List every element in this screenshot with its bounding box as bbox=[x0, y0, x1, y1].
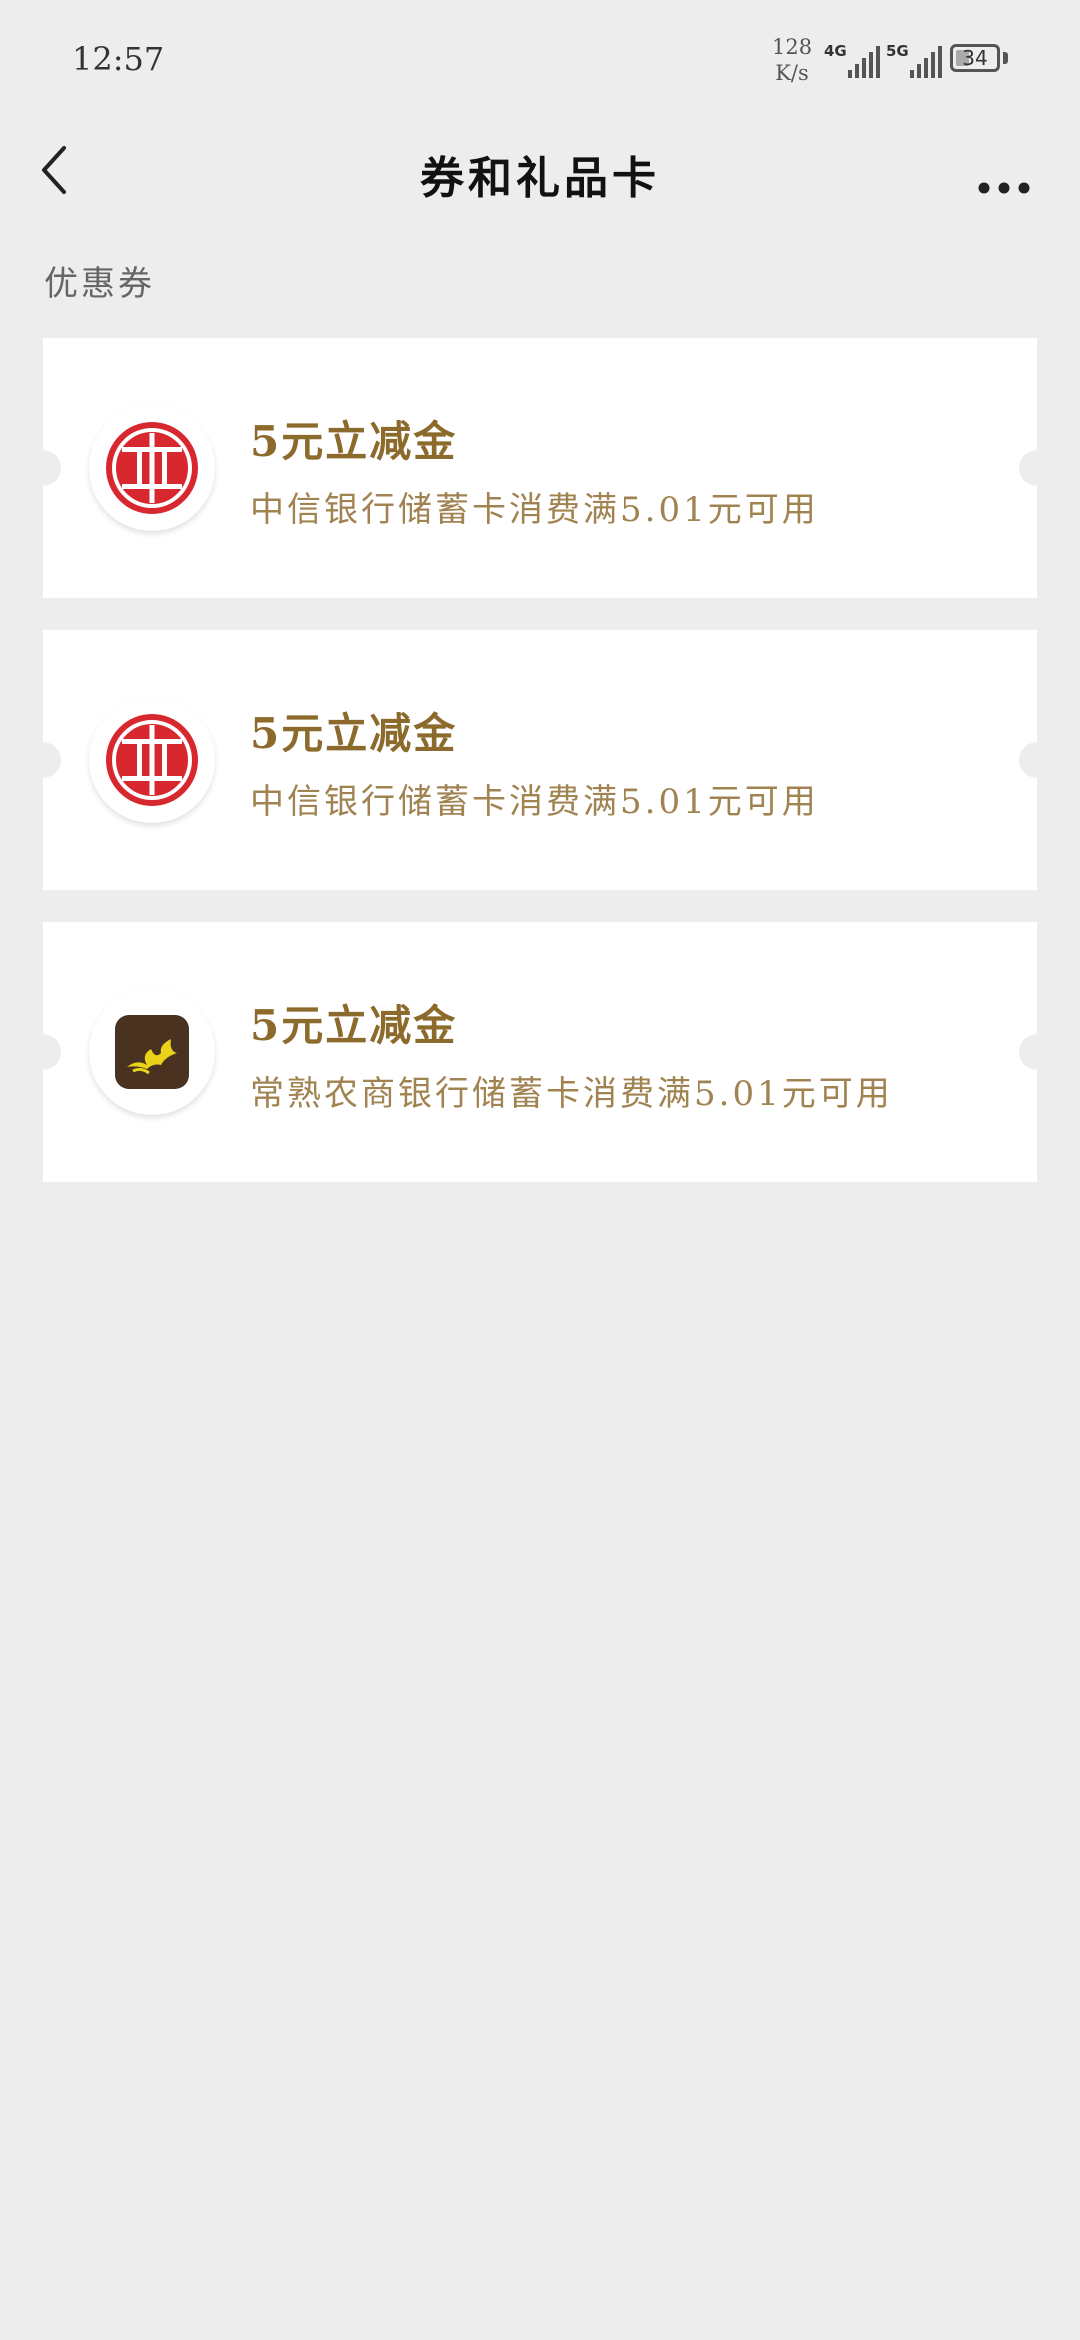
citic-bank-logo-icon bbox=[106, 422, 198, 514]
status-bar: 12:57 128 K/s 4G 5G 34 bbox=[0, 0, 1080, 120]
coupon-amount: 5元立减金 bbox=[250, 709, 458, 758]
signal-4g: 4G bbox=[824, 40, 882, 80]
coupon-card[interactable]: 5元立减金 常熟农商银行储蓄卡消费满5.01元可用 bbox=[25, 922, 1055, 1182]
coupon-card[interactable]: 5元立减金 中信银行储蓄卡消费满5.01元可用 bbox=[25, 338, 1055, 598]
citic-bank-logo bbox=[89, 405, 215, 531]
battery-tip bbox=[1003, 52, 1008, 64]
network-speed-value: 128 bbox=[772, 35, 813, 59]
signal-bars-icon bbox=[848, 46, 880, 78]
changshu-rural-bank-logo-icon bbox=[115, 1015, 189, 1089]
coupon-description: 中信银行储蓄卡消费满5.01元可用 bbox=[250, 490, 819, 530]
card-notch bbox=[25, 450, 61, 486]
section-label-coupons: 优惠券 bbox=[44, 264, 155, 304]
changshu-rural-bank-logo bbox=[89, 989, 215, 1115]
card-notch bbox=[1019, 742, 1055, 778]
coupon-amount: 5元立减金 bbox=[250, 1001, 458, 1050]
card-notch bbox=[25, 1034, 61, 1070]
card-notch bbox=[1019, 450, 1055, 486]
citic-bank-logo bbox=[89, 697, 215, 823]
card-notch bbox=[25, 742, 61, 778]
citic-bank-logo-icon bbox=[106, 714, 198, 806]
coupon-amount: 5元立减金 bbox=[250, 417, 458, 466]
signal-5g-label: 5G bbox=[886, 42, 909, 60]
card-notch bbox=[1019, 1034, 1055, 1070]
signal-4g-label: 4G bbox=[824, 42, 847, 60]
network-speed: 128 K/s bbox=[772, 34, 812, 86]
coupon-description: 中信银行储蓄卡消费满5.01元可用 bbox=[250, 782, 819, 822]
network-speed-unit: K/s bbox=[775, 61, 809, 85]
more-dots-icon bbox=[978, 182, 1030, 194]
coupon-card[interactable]: 5元立减金 中信银行储蓄卡消费满5.01元可用 bbox=[25, 630, 1055, 890]
more-button[interactable] bbox=[972, 142, 1036, 198]
status-time: 12:57 bbox=[72, 40, 165, 78]
battery-level: 34 bbox=[962, 46, 988, 70]
battery-icon: 34 bbox=[950, 44, 1000, 72]
signal-5g: 5G bbox=[886, 40, 944, 80]
coupon-description: 常熟农商银行储蓄卡消费满5.01元可用 bbox=[250, 1074, 893, 1114]
signal-bars-icon bbox=[910, 46, 942, 78]
header: 券和礼品卡 bbox=[0, 120, 1080, 220]
page-title: 券和礼品卡 bbox=[420, 153, 660, 204]
